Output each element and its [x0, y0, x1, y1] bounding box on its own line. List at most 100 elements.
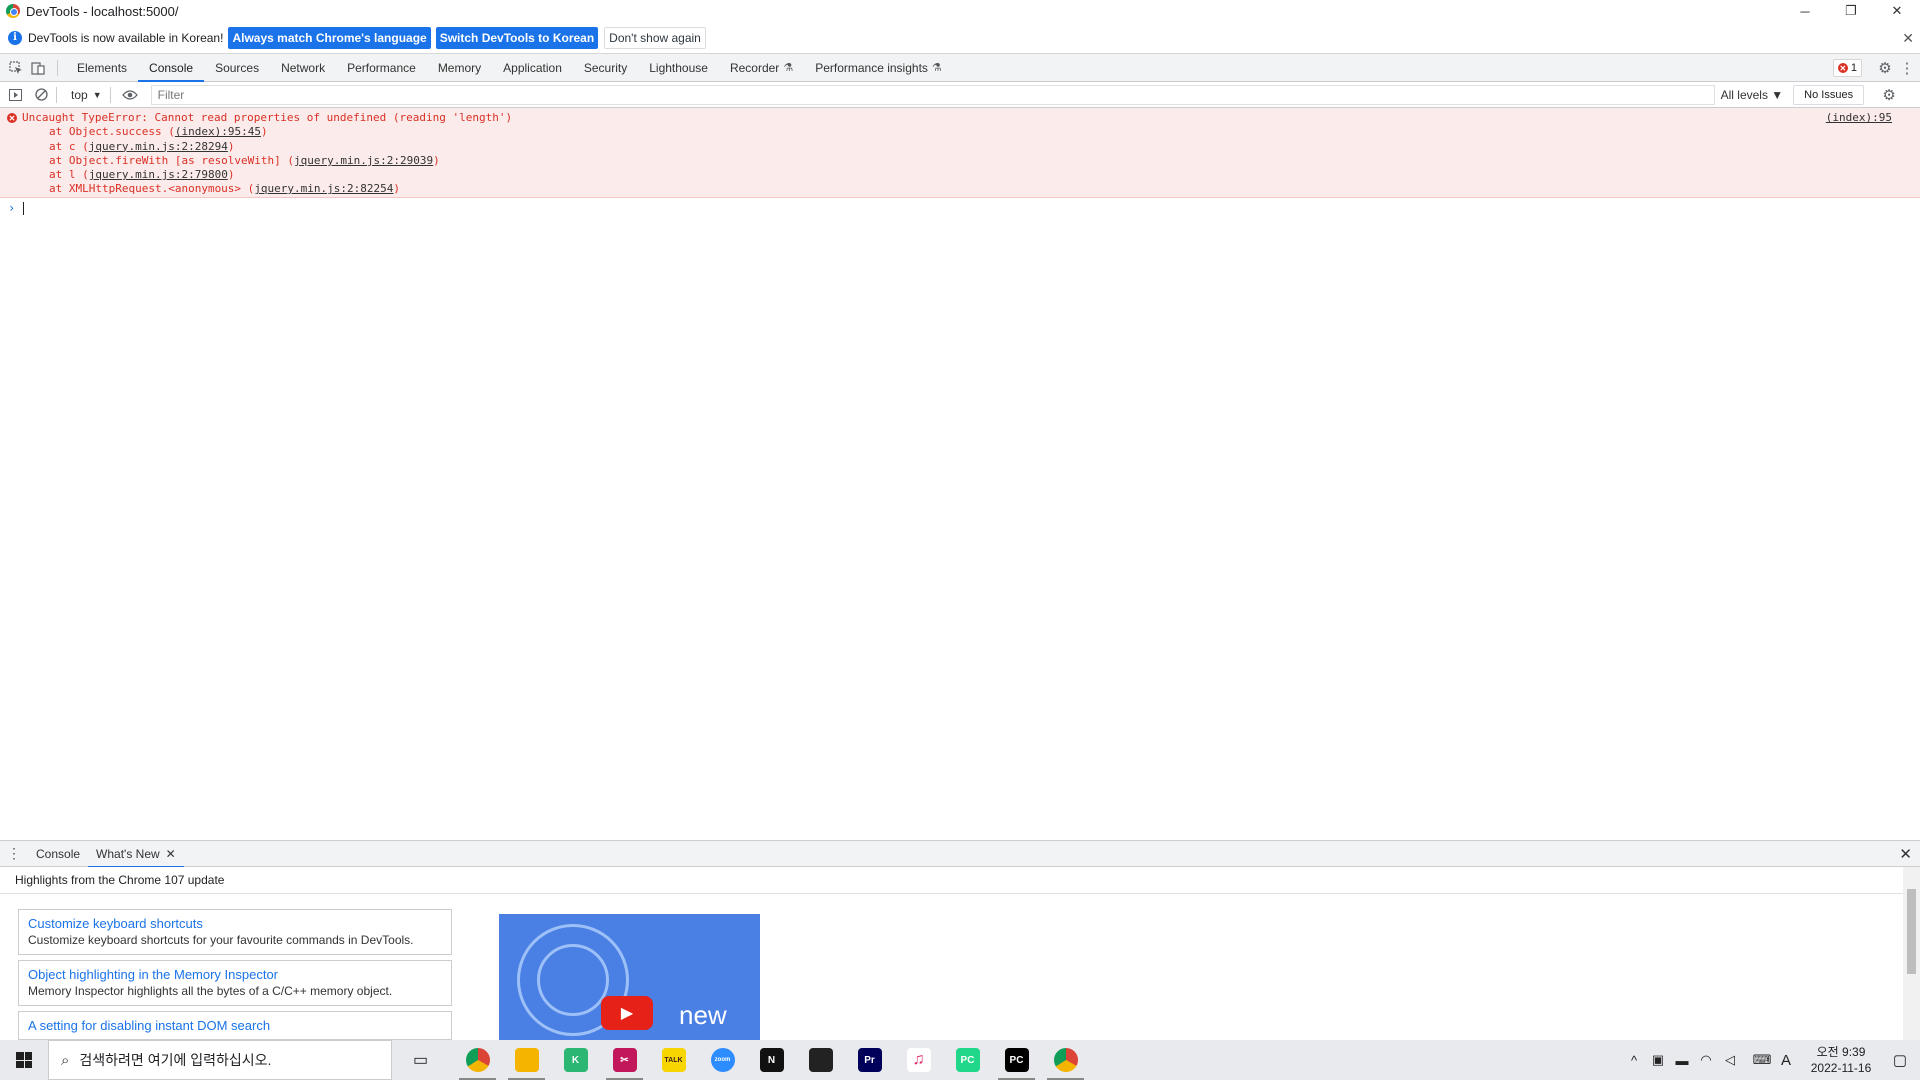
keyboard-icon[interactable]: ⌨: [1750, 1052, 1774, 1068]
more-options-icon[interactable]: ⋮: [1896, 57, 1918, 79]
experimental-flask-icon: ⚗: [783, 62, 794, 74]
drawer-tab-label: What's New: [96, 846, 160, 861]
feature-title[interactable]: Customize keyboard shortcuts: [28, 915, 442, 932]
match-language-button[interactable]: Always match Chrome's language: [228, 26, 431, 49]
clock[interactable]: 오전 9:39 2022-11-16: [1802, 1044, 1880, 1076]
live-expression-eye-icon[interactable]: [119, 84, 141, 106]
console-prompt[interactable]: ›: [0, 198, 1920, 218]
tab-performance[interactable]: Performance: [336, 54, 427, 81]
tab-label: Performance insights: [815, 60, 928, 75]
error-count-badge[interactable]: ✕ 1: [1832, 59, 1862, 77]
stack-frame: at XMLHttpRequest.<anonymous> (jquery.mi…: [22, 182, 1920, 196]
taskbar-app-pycharm-2[interactable]: PC: [992, 1040, 1041, 1080]
error-source-link[interactable]: (index):95: [1826, 111, 1892, 124]
inspect-element-icon[interactable]: [5, 57, 27, 79]
tab-security[interactable]: Security: [573, 54, 638, 81]
switch-korean-button[interactable]: Switch DevTools to Korean: [435, 26, 599, 49]
windows-logo-icon: [16, 1052, 32, 1068]
scrollbar-thumb[interactable]: [1907, 889, 1916, 974]
tab-label: Application: [503, 60, 562, 75]
restore-button[interactable]: ❐: [1828, 0, 1874, 22]
feature-title[interactable]: A setting for disabling instant DOM sear…: [28, 1017, 442, 1034]
close-window-button[interactable]: ✕: [1874, 0, 1920, 22]
task-view-icon[interactable]: ▭: [396, 1040, 445, 1080]
taskbar-app-snip-tool[interactable]: ✂: [600, 1040, 649, 1080]
taskbar-app-sticky-notes[interactable]: [796, 1040, 845, 1080]
clear-console-icon[interactable]: [30, 84, 52, 106]
close-drawer-icon[interactable]: ✕: [1899, 845, 1912, 863]
feature-description: Memory Inspector highlights all the byte…: [28, 984, 393, 998]
wifi-icon[interactable]: ◠: [1694, 1052, 1718, 1068]
taskbar-app-premiere[interactable]: Pr: [845, 1040, 894, 1080]
search-placeholder: 검색하려면 여기에 입력하십시오.: [79, 1052, 272, 1068]
feature-title[interactable]: Object highlighting in the Memory Inspec…: [28, 966, 442, 983]
context-value: top: [71, 87, 88, 102]
feature-card[interactable]: A setting for disabling instant DOM sear…: [18, 1011, 452, 1040]
windows-taskbar: ⌕ 검색하려면 여기에 입력하십시오. ▭ K ✂ TALK zoom N Pr ♫ PC PC…: [0, 1040, 1920, 1080]
taskbar-app-chrome-2[interactable]: [1041, 1040, 1090, 1080]
tab-network[interactable]: Network: [270, 54, 336, 81]
volume-icon[interactable]: ◁: [1718, 1052, 1742, 1068]
notification-icon[interactable]: ▢: [1880, 1051, 1920, 1069]
infobar-close-icon[interactable]: ✕: [1902, 30, 1914, 47]
tab-application[interactable]: Application: [492, 54, 573, 81]
tab-memory[interactable]: Memory: [427, 54, 492, 81]
error-text: Uncaught TypeError: Cannot read properti…: [22, 111, 513, 124]
toolbar-divider: [57, 59, 58, 76]
stack-frame-link[interactable]: jquery.min.js:2:29039: [294, 154, 433, 167]
stack-frame-link[interactable]: jquery.min.js:2:82254: [254, 182, 393, 195]
console-toolbar: top ▼ All levels ▼ No Issues ⚙: [0, 82, 1920, 108]
error-icon: ✕: [1837, 63, 1848, 73]
drawer-scrollbar[interactable]: [1903, 867, 1920, 1040]
taskbar-app-kakaotalk[interactable]: TALK: [649, 1040, 698, 1080]
device-toolbar-icon[interactable]: [27, 57, 49, 79]
log-levels-dropdown[interactable]: All levels ▼: [1721, 88, 1784, 102]
feature-card[interactable]: Customize keyboard shortcuts Customize k…: [18, 909, 452, 955]
issues-button[interactable]: No Issues: [1793, 84, 1865, 105]
minimize-button[interactable]: ─: [1782, 0, 1828, 22]
tab-performance-insights[interactable]: Performance insights ⚗: [804, 54, 953, 81]
taskbar-app-chrome[interactable]: [453, 1040, 502, 1080]
taskbar-search[interactable]: ⌕ 검색하려면 여기에 입력하십시오.: [48, 1040, 392, 1080]
tab-sources[interactable]: Sources: [204, 54, 270, 81]
tab-lighthouse[interactable]: Lighthouse: [638, 54, 719, 81]
taskbar-app-file-explorer[interactable]: [502, 1040, 551, 1080]
stack-trace: at Object.success ((index):95:45) at c (j…: [22, 125, 1920, 196]
console-settings-gear-icon[interactable]: ⚙: [1878, 84, 1900, 106]
drawer-tab-whats-new[interactable]: What's New ✕: [88, 841, 184, 868]
display-icon[interactable]: ▣: [1646, 1052, 1670, 1068]
highlights-heading: Highlights from the Chrome 107 update: [0, 867, 1920, 894]
context-selector[interactable]: top ▼: [71, 88, 102, 102]
drawer-tab-console[interactable]: Console: [28, 841, 88, 867]
stack-frame-link[interactable]: (index):95:45: [175, 125, 261, 138]
chevron-up-icon[interactable]: ^: [1622, 1053, 1646, 1068]
pinned-apps: K ✂ TALK zoom N Pr ♫ PC PC: [453, 1040, 1090, 1080]
close-tab-icon[interactable]: ✕: [166, 847, 176, 861]
tab-console[interactable]: Console: [138, 54, 205, 82]
taskbar-app-pycharm-1[interactable]: PC: [943, 1040, 992, 1080]
video-thumbnail[interactable]: ▶ new: [499, 914, 760, 1040]
premiere-icon: Pr: [857, 1048, 882, 1072]
sidebar-toggle-icon[interactable]: [4, 84, 26, 106]
taskbar-app-itunes[interactable]: ♫: [894, 1040, 943, 1080]
youtube-play-icon[interactable]: ▶: [601, 996, 653, 1030]
dont-show-again-button[interactable]: Don't show again: [604, 26, 706, 49]
taskbar-app-zoom[interactable]: zoom: [698, 1040, 747, 1080]
stack-frame-suffix: ): [393, 182, 401, 196]
taskbar-app-app-green[interactable]: K: [551, 1040, 600, 1080]
battery-icon[interactable]: ▬: [1670, 1053, 1694, 1068]
panel-tabs: Elements Console Sources Network Performance…: [66, 54, 953, 82]
feature-card[interactable]: Object highlighting in the Memory Inspec…: [18, 960, 452, 1006]
ime-indicator[interactable]: A: [1774, 1052, 1798, 1069]
tab-recorder[interactable]: Recorder ⚗: [719, 54, 804, 81]
filter-input[interactable]: [150, 84, 1715, 105]
stack-frame-link[interactable]: jquery.min.js:2:28294: [89, 140, 228, 153]
start-button[interactable]: [0, 1040, 48, 1080]
taskbar-app-notion[interactable]: N: [747, 1040, 796, 1080]
settings-gear-icon[interactable]: ⚙: [1874, 57, 1896, 79]
chrome-icon: [465, 1048, 490, 1072]
stack-frame-link[interactable]: jquery.min.js:2:79800: [89, 168, 228, 181]
kakaotalk-icon: TALK: [661, 1048, 686, 1072]
drawer-menu-icon[interactable]: ⋮: [0, 845, 28, 862]
tab-elements[interactable]: Elements: [66, 54, 138, 81]
